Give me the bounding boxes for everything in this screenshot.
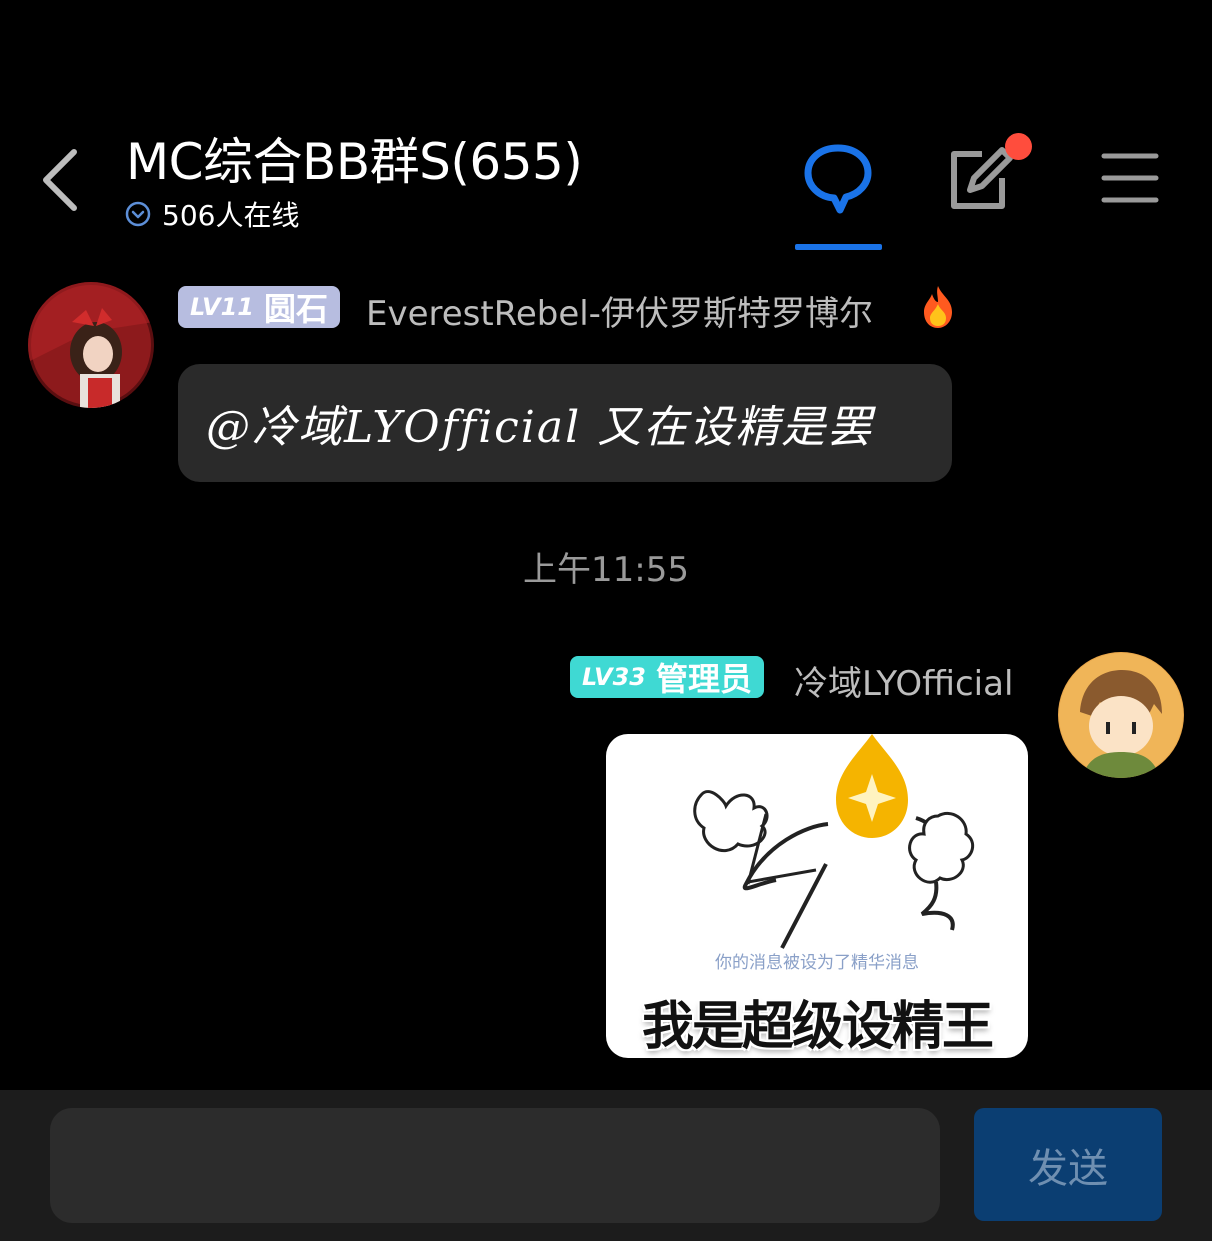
online-count: 506人在线: [162, 199, 300, 232]
avatar[interactable]: [28, 282, 154, 408]
message-input[interactable]: [50, 1108, 940, 1223]
timestamp: 上午11:55: [523, 550, 689, 590]
level-label: LV11: [190, 293, 254, 321]
level-badge: LV11 圆石: [178, 286, 340, 328]
online-status[interactable]: 506人在线: [124, 196, 299, 232]
sender-name[interactable]: EverestRebel-伊伏罗斯特罗博尔: [366, 286, 873, 335]
sender-name[interactable]: 冷域LYOfficial: [794, 656, 1013, 705]
message-bubble[interactable]: @冷域LYOfficial 又在设精是罢: [178, 364, 952, 482]
menu-icon[interactable]: [1098, 148, 1162, 208]
chevron-down-circle-icon: [125, 201, 151, 227]
active-tab-indicator: [795, 244, 882, 250]
notification-dot: [1005, 133, 1032, 160]
level-label: LV33: [582, 663, 646, 691]
rank-title: 管理员: [655, 660, 752, 698]
avatar[interactable]: [1058, 652, 1184, 778]
send-button[interactable]: 发送: [974, 1108, 1162, 1221]
group-title: MC综合BB群S(655): [126, 133, 583, 191]
level-badge: LV33 管理员: [570, 656, 764, 698]
rank-title: 圆石: [263, 290, 328, 328]
sticker-image[interactable]: 你的消息被设为了精华消息 我是超级设精王: [606, 734, 1028, 1058]
fire-icon: [924, 286, 952, 328]
back-arrow-icon[interactable]: [30, 140, 90, 220]
sticker-title: 我是超级设精王: [641, 997, 994, 1057]
chat-bubble-icon[interactable]: [800, 140, 876, 216]
message-text: @冷域LYOfficial 又在设精是罢: [206, 402, 874, 453]
sticker-caption: 你的消息被设为了精华消息: [715, 953, 919, 973]
